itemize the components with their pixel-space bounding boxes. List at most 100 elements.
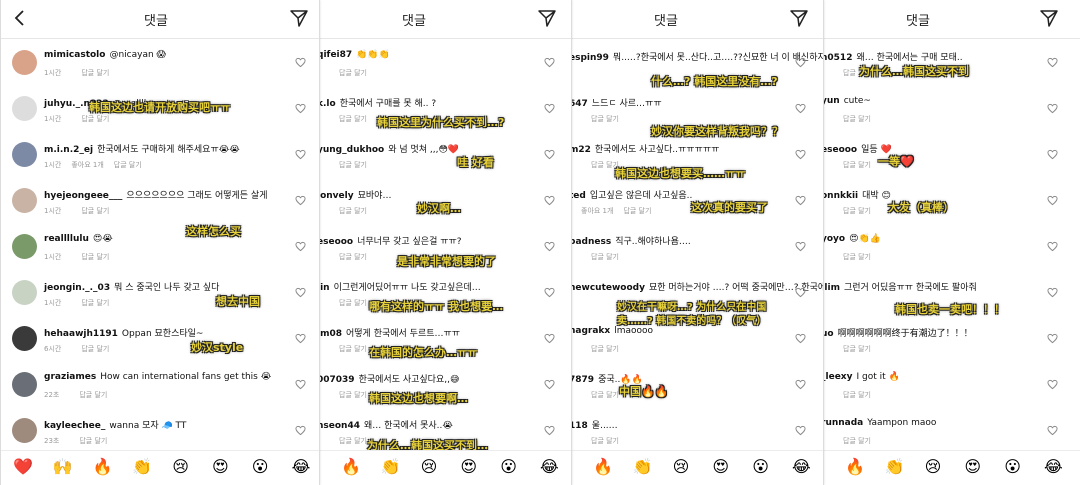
reply-link[interactable]: 답글 달기 [623, 207, 651, 215]
reply-link[interactable]: 답글 달기 [591, 437, 619, 445]
back-arrow-icon[interactable] [11, 8, 29, 28]
comment-username[interactable]: 118 [571, 421, 588, 431]
comment-username[interactable]: k.lo [319, 99, 336, 109]
comment-username[interactable]: lonvely [319, 191, 354, 201]
emoji-reaction-button[interactable]: 😢 [421, 458, 438, 476]
like-heart-icon[interactable] [295, 99, 306, 114]
comment-username[interactable]: badness [571, 237, 611, 247]
like-heart-icon[interactable] [795, 99, 806, 114]
emoji-reaction-button[interactable]: 👏 [885, 458, 905, 476]
emoji-reaction-button[interactable]: 😍 [460, 458, 477, 476]
comment-username[interactable]: onnkkii [823, 191, 858, 201]
reply-link[interactable]: 답글 달기 [79, 391, 107, 399]
comment-username[interactable]: jeongin._._03 [44, 283, 110, 293]
like-heart-icon[interactable] [544, 53, 555, 68]
like-heart-icon[interactable] [295, 53, 306, 68]
reply-link[interactable]: 답글 달기 [339, 115, 367, 123]
like-heart-icon[interactable] [1047, 375, 1058, 390]
like-heart-icon[interactable] [795, 145, 806, 160]
reply-link[interactable]: 답글 달기 [339, 345, 367, 353]
emoji-reaction-button[interactable]: 👏 [633, 458, 653, 476]
like-heart-icon[interactable] [544, 329, 555, 344]
reply-link[interactable]: 답글 달기 [591, 115, 619, 123]
comment-username[interactable]: kayleechee_ [44, 421, 105, 431]
like-heart-icon[interactable] [795, 53, 806, 68]
like-heart-icon[interactable] [295, 237, 306, 252]
comment-username[interactable]: qifei87 [319, 50, 352, 60]
emoji-reaction-button[interactable]: 🙌 [53, 458, 73, 476]
comment-username[interactable]: 7879 [571, 375, 594, 385]
like-heart-icon[interactable] [544, 283, 555, 298]
like-heart-icon[interactable] [795, 421, 806, 436]
avatar[interactable] [12, 234, 37, 259]
reply-link[interactable]: 답글 달기 [591, 345, 619, 353]
reply-link[interactable]: 답글 달기 [339, 391, 367, 399]
like-heart-icon[interactable] [795, 283, 806, 298]
like-heart-icon[interactable] [295, 283, 306, 298]
emoji-reaction-button[interactable]: 🔥 [593, 458, 613, 476]
emoji-reaction-button[interactable]: 😍 [212, 458, 229, 476]
avatar[interactable] [12, 326, 37, 351]
emoji-reaction-button[interactable]: 😮 [252, 458, 269, 476]
reply-link[interactable]: 답글 달기 [79, 437, 107, 445]
reply-link[interactable]: 답글 달기 [81, 299, 109, 307]
reply-link[interactable]: 답글 달기 [81, 345, 109, 353]
reply-link[interactable]: 답글 달기 [591, 391, 619, 399]
avatar[interactable] [12, 188, 37, 213]
send-icon[interactable] [537, 8, 557, 28]
emoji-reaction-button[interactable]: 😮 [500, 458, 517, 476]
reply-link[interactable]: 답글 달기 [843, 345, 871, 353]
comment-username[interactable]: yoyo [823, 234, 845, 244]
reply-link[interactable]: 답글 달기 [81, 207, 109, 215]
comment-username[interactable]: runnada [823, 418, 863, 428]
reply-link[interactable]: 답글 달기 [339, 69, 367, 77]
reply-link[interactable]: 답글 달기 [339, 161, 367, 169]
reply-link[interactable]: 답글 달기 [843, 253, 871, 261]
comment-username[interactable]: m22 [571, 145, 591, 155]
avatar[interactable] [12, 418, 37, 443]
like-heart-icon[interactable] [544, 421, 555, 436]
like-heart-icon[interactable] [544, 191, 555, 206]
comment-username[interactable]: _leexy [823, 372, 852, 382]
reply-link[interactable]: 답글 달기 [339, 207, 367, 215]
emoji-reaction-button[interactable]: 🔥 [93, 458, 113, 476]
reply-link[interactable]: 답글 달기 [843, 161, 871, 169]
comment-username[interactable]: espin99 [571, 53, 609, 63]
send-icon[interactable] [1039, 8, 1059, 28]
emoji-reaction-button[interactable]: 🔥 [341, 458, 361, 476]
comment-username[interactable]: 647 [571, 99, 588, 109]
emoji-reaction-button[interactable]: 😍 [964, 458, 981, 476]
like-heart-icon[interactable] [295, 421, 306, 436]
like-heart-icon[interactable] [544, 375, 555, 390]
reply-link[interactable]: 답글 달기 [843, 207, 871, 215]
comment-username[interactable]: eseooo [319, 237, 353, 247]
emoji-reaction-button[interactable]: 😢 [925, 458, 942, 476]
emoji-reaction-button[interactable]: 😮 [752, 458, 769, 476]
comment-username[interactable]: 007039 [319, 375, 355, 385]
comment-likes[interactable]: 좋아요 1개 [581, 207, 613, 215]
like-heart-icon[interactable] [795, 237, 806, 252]
comment-username[interactable]: eseooo [823, 145, 857, 155]
avatar[interactable] [12, 280, 37, 305]
comment-username[interactable]: nagrakx [571, 326, 610, 336]
reply-link[interactable]: 답글 달기 [843, 391, 871, 399]
like-heart-icon[interactable] [1047, 145, 1058, 160]
avatar[interactable] [12, 50, 37, 75]
emoji-reaction-button[interactable]: ❤️ [13, 458, 33, 476]
reply-link[interactable]: 답글 달기 [843, 437, 871, 445]
like-heart-icon[interactable] [795, 375, 806, 390]
comment-username[interactable]: nseon44 [319, 421, 360, 431]
like-heart-icon[interactable] [795, 191, 806, 206]
comment-username[interactable]: m.i.n.2_ej [44, 145, 93, 155]
like-heart-icon[interactable] [1047, 283, 1058, 298]
comment-username[interactable]: hehaawjh1191 [44, 329, 118, 339]
comment-username[interactable]: mimicastolo [44, 50, 105, 60]
like-heart-icon[interactable] [544, 99, 555, 114]
like-heart-icon[interactable] [795, 329, 806, 344]
emoji-reaction-button[interactable]: 😢 [673, 458, 690, 476]
like-heart-icon[interactable] [544, 237, 555, 252]
emoji-reaction-button[interactable]: 😂 [1044, 458, 1063, 476]
comment-username[interactable]: yung_dukhoo [319, 145, 384, 155]
comment-username[interactable]: newcutewoody [571, 283, 645, 293]
emoji-reaction-button[interactable]: 😂 [792, 458, 811, 476]
